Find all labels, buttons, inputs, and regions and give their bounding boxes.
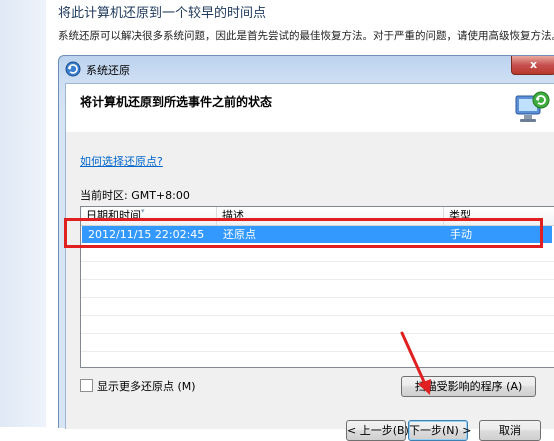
dialog-title: 系统还原 <box>86 64 130 77</box>
cancel-button[interactable]: 取消 <box>479 420 541 441</box>
row-datetime: 2012/11/15 22:02:45 <box>88 228 205 241</box>
sort-arrow-icon: ▾ <box>141 207 145 215</box>
system-restore-icon <box>65 61 81 77</box>
row-divider <box>81 315 554 316</box>
list-header: 日期和时间 ▾ 描述 类型 <box>81 207 554 226</box>
row-type: 手动 <box>450 228 472 241</box>
background-panel <box>0 0 46 427</box>
row-divider <box>81 279 554 280</box>
row-divider <box>81 351 554 352</box>
column-description[interactable]: 描述 <box>217 207 444 225</box>
header-band: 将计算机还原到所选事件之前的状态 <box>66 84 554 132</box>
dialog-titlebar[interactable]: 系统还原 x <box>59 56 554 82</box>
page-description: 系统还原可以解决很多系统问题，因此是首先尝试的最佳恢复方法。对于严重的问题，请使… <box>58 30 554 42</box>
row-divider <box>81 297 554 298</box>
close-button[interactable]: x <box>511 56 554 75</box>
show-more-checkbox[interactable]: 显示更多还原点 (M) <box>80 378 196 394</box>
dialog-content: 将计算机还原到所选事件之前的状态 如何选择还原点? 当前时区: GMT+8:00… <box>65 83 554 441</box>
show-more-label: 显示更多还原点 (M) <box>97 380 196 393</box>
column-type[interactable]: 类型 <box>444 207 554 225</box>
back-button[interactable]: < 上一步(B) <box>346 420 409 441</box>
checkbox-box[interactable] <box>80 379 93 392</box>
row-divider <box>81 333 554 334</box>
column-datetime[interactable]: 日期和时间 <box>81 207 217 225</box>
restore-computer-icon <box>515 91 550 122</box>
system-restore-dialog: 系统还原 x 将计算机还原到所选事件之前的状态 如何选择还原点? 当前时区: G… <box>58 55 554 441</box>
next-button[interactable]: 下一步(N) > <box>408 420 472 441</box>
table-row[interactable]: 2012/11/15 22:02:45 还原点 手动 <box>82 226 552 243</box>
scan-affected-programs-button[interactable]: 扫描受影响的程序 (A) <box>401 376 536 397</box>
close-icon: x <box>529 58 538 71</box>
header-title: 将计算机还原到所选事件之前的状态 <box>80 95 273 109</box>
row-description: 还原点 <box>223 228 256 241</box>
row-divider <box>81 261 554 262</box>
timezone-label: 当前时区: GMT+8:00 <box>80 189 190 202</box>
restore-point-list[interactable]: 日期和时间 ▾ 描述 类型 2012/11/15 22:02:45 还原点 手动 <box>80 206 554 368</box>
page-heading: 将此计算机还原到一个较早的时间点 <box>58 6 267 21</box>
help-link[interactable]: 如何选择还原点? <box>80 153 163 169</box>
